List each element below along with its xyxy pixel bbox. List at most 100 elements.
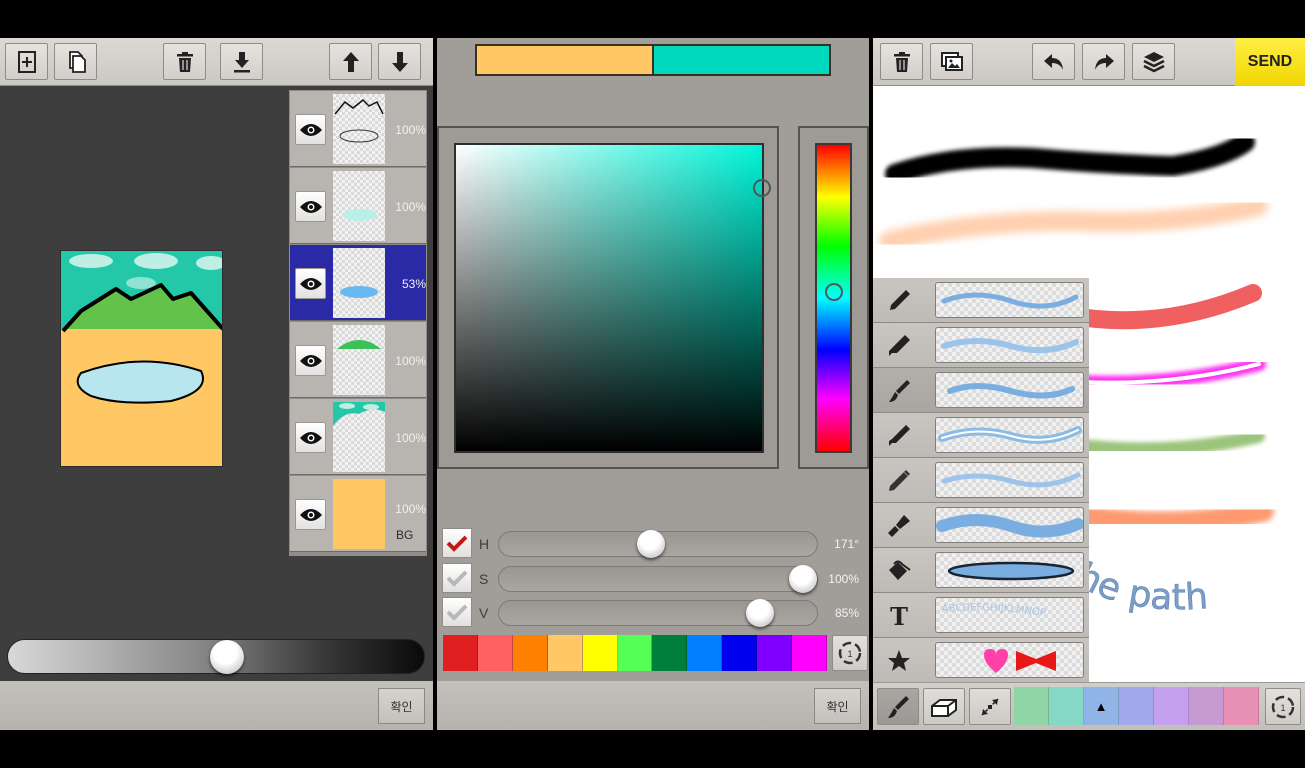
svg-text:ABCDEFGHIJKLMNOP: ABCDEFGHIJKLMNOP	[941, 602, 1046, 619]
palette-swatch[interactable]	[722, 635, 758, 671]
visibility-toggle[interactable]	[295, 345, 326, 376]
saturation-label: S	[479, 571, 489, 587]
resize-icon	[981, 697, 999, 716]
palette-page-button[interactable]: 1	[832, 635, 868, 671]
brush-item-marker[interactable]	[873, 323, 1089, 368]
arrow-up-icon	[342, 51, 359, 72]
brush-tool-button[interactable]	[877, 688, 919, 725]
redo-button[interactable]	[1082, 43, 1125, 80]
hue-row: H 171°	[442, 528, 867, 560]
duplicate-layer-button[interactable]	[54, 43, 97, 80]
layer-item[interactable]: 100%	[290, 399, 426, 475]
palette-swatch[interactable]	[1049, 687, 1084, 725]
brush-item-pencil[interactable]	[873, 458, 1089, 503]
stroke-black-airbrush	[885, 132, 1255, 184]
layer-item[interactable]: 100%	[290, 322, 426, 398]
brush-item-text[interactable]: T ABCDEFGHIJKLMNOP	[873, 593, 1089, 638]
refresh-icon: 1	[1271, 695, 1295, 718]
send-button[interactable]: SEND	[1235, 38, 1305, 86]
layer-item-selected[interactable]: 53%	[290, 245, 426, 321]
size-tool-button[interactable]	[969, 688, 1011, 725]
brush-preview	[935, 417, 1084, 453]
saturation-checkbox[interactable]	[442, 563, 472, 593]
sv-cursor[interactable]	[753, 179, 771, 197]
merge-down-icon	[233, 51, 250, 72]
palette-swatch[interactable]	[617, 635, 653, 671]
brush-item-pen[interactable]	[873, 278, 1089, 323]
layer-toolbar	[0, 38, 433, 86]
saturation-slider-knob[interactable]	[789, 565, 817, 593]
brush-preview	[935, 552, 1084, 588]
eraser-icon	[931, 698, 957, 717]
move-down-button[interactable]	[378, 43, 421, 80]
merge-down-button[interactable]	[220, 43, 263, 80]
eye-icon	[299, 508, 322, 521]
palette-swatch[interactable]	[652, 635, 688, 671]
layers-button[interactable]	[1132, 43, 1175, 80]
drawing-preview[interactable]	[60, 250, 223, 467]
eraser-tool-button[interactable]	[923, 688, 965, 725]
eye-icon	[299, 277, 322, 290]
hue-checkbox[interactable]	[442, 528, 472, 558]
palette-swatch[interactable]	[757, 635, 793, 671]
hue-bar[interactable]	[815, 143, 852, 453]
main-toolbar: SEND	[873, 38, 1305, 86]
palette-swatch[interactable]	[792, 635, 827, 671]
palette-swatch[interactable]	[1014, 687, 1049, 725]
undo-button[interactable]	[1032, 43, 1075, 80]
palette-page-button[interactable]: 1	[1265, 688, 1301, 725]
visibility-toggle[interactable]	[295, 191, 326, 222]
saturation-value-square[interactable]	[454, 143, 771, 453]
move-up-button[interactable]	[329, 43, 372, 80]
saturation-slider[interactable]	[498, 565, 818, 593]
palette-swatch[interactable]	[443, 635, 478, 671]
palette-swatch-selected[interactable]: ▲	[1084, 687, 1119, 725]
value-slider[interactable]	[498, 599, 818, 627]
brush-item-wide-brush[interactable]	[873, 503, 1089, 548]
layer-item-background[interactable]: 100% BG	[290, 476, 426, 552]
svg-text:1: 1	[1280, 703, 1285, 713]
delete-layer-button[interactable]	[163, 43, 206, 80]
visibility-toggle[interactable]	[295, 114, 326, 145]
palette-swatch[interactable]	[1189, 687, 1224, 725]
layer-item[interactable]: 100%	[290, 168, 426, 244]
visibility-toggle[interactable]	[295, 499, 326, 530]
value-slider-knob[interactable]	[745, 599, 774, 627]
value-checkbox[interactable]	[442, 597, 472, 627]
palette-swatch[interactable]	[687, 635, 723, 671]
palette-swatch[interactable]	[1119, 687, 1154, 725]
layer-item[interactable]: 100%	[290, 91, 426, 167]
layer-bottom-bar: 확인	[0, 681, 433, 730]
opacity-slider[interactable]	[7, 639, 425, 674]
palette-swatch[interactable]	[477, 635, 513, 671]
checkmark-icon	[446, 604, 468, 621]
saturation-value-panel	[437, 126, 779, 469]
brush-item-fill-shape[interactable]	[873, 548, 1089, 593]
bow-stamp	[1016, 651, 1056, 671]
eye-icon	[299, 431, 322, 444]
palette-swatch[interactable]	[547, 635, 583, 671]
hue-slider-knob[interactable]	[636, 530, 665, 558]
clear-button[interactable]	[880, 43, 923, 80]
visibility-toggle[interactable]	[295, 422, 326, 453]
confirm-button[interactable]: 확인	[814, 688, 861, 724]
brush-item-paintbrush[interactable]	[873, 368, 1089, 413]
layer-thumbnail	[333, 479, 385, 549]
palette-swatch[interactable]	[1154, 687, 1189, 725]
hue-cursor[interactable]	[825, 283, 843, 301]
add-layer-button[interactable]	[5, 43, 48, 80]
hue-slider[interactable]	[498, 530, 818, 558]
previous-color-swatch[interactable]	[477, 46, 652, 74]
gallery-button[interactable]	[930, 43, 973, 80]
visibility-toggle[interactable]	[295, 268, 326, 299]
palette-swatch[interactable]	[582, 635, 618, 671]
brush-item-glow-pen[interactable]	[873, 413, 1089, 458]
slider-knob[interactable]	[210, 640, 245, 674]
brush-item-stamp[interactable]	[873, 638, 1089, 683]
layer-thumbnail	[333, 171, 385, 241]
confirm-button[interactable]: 확인	[378, 688, 425, 724]
palette-swatch[interactable]	[1224, 687, 1259, 725]
brush-preview	[935, 372, 1084, 408]
layer-opacity: 100%	[395, 431, 426, 445]
palette-swatch[interactable]	[512, 635, 548, 671]
